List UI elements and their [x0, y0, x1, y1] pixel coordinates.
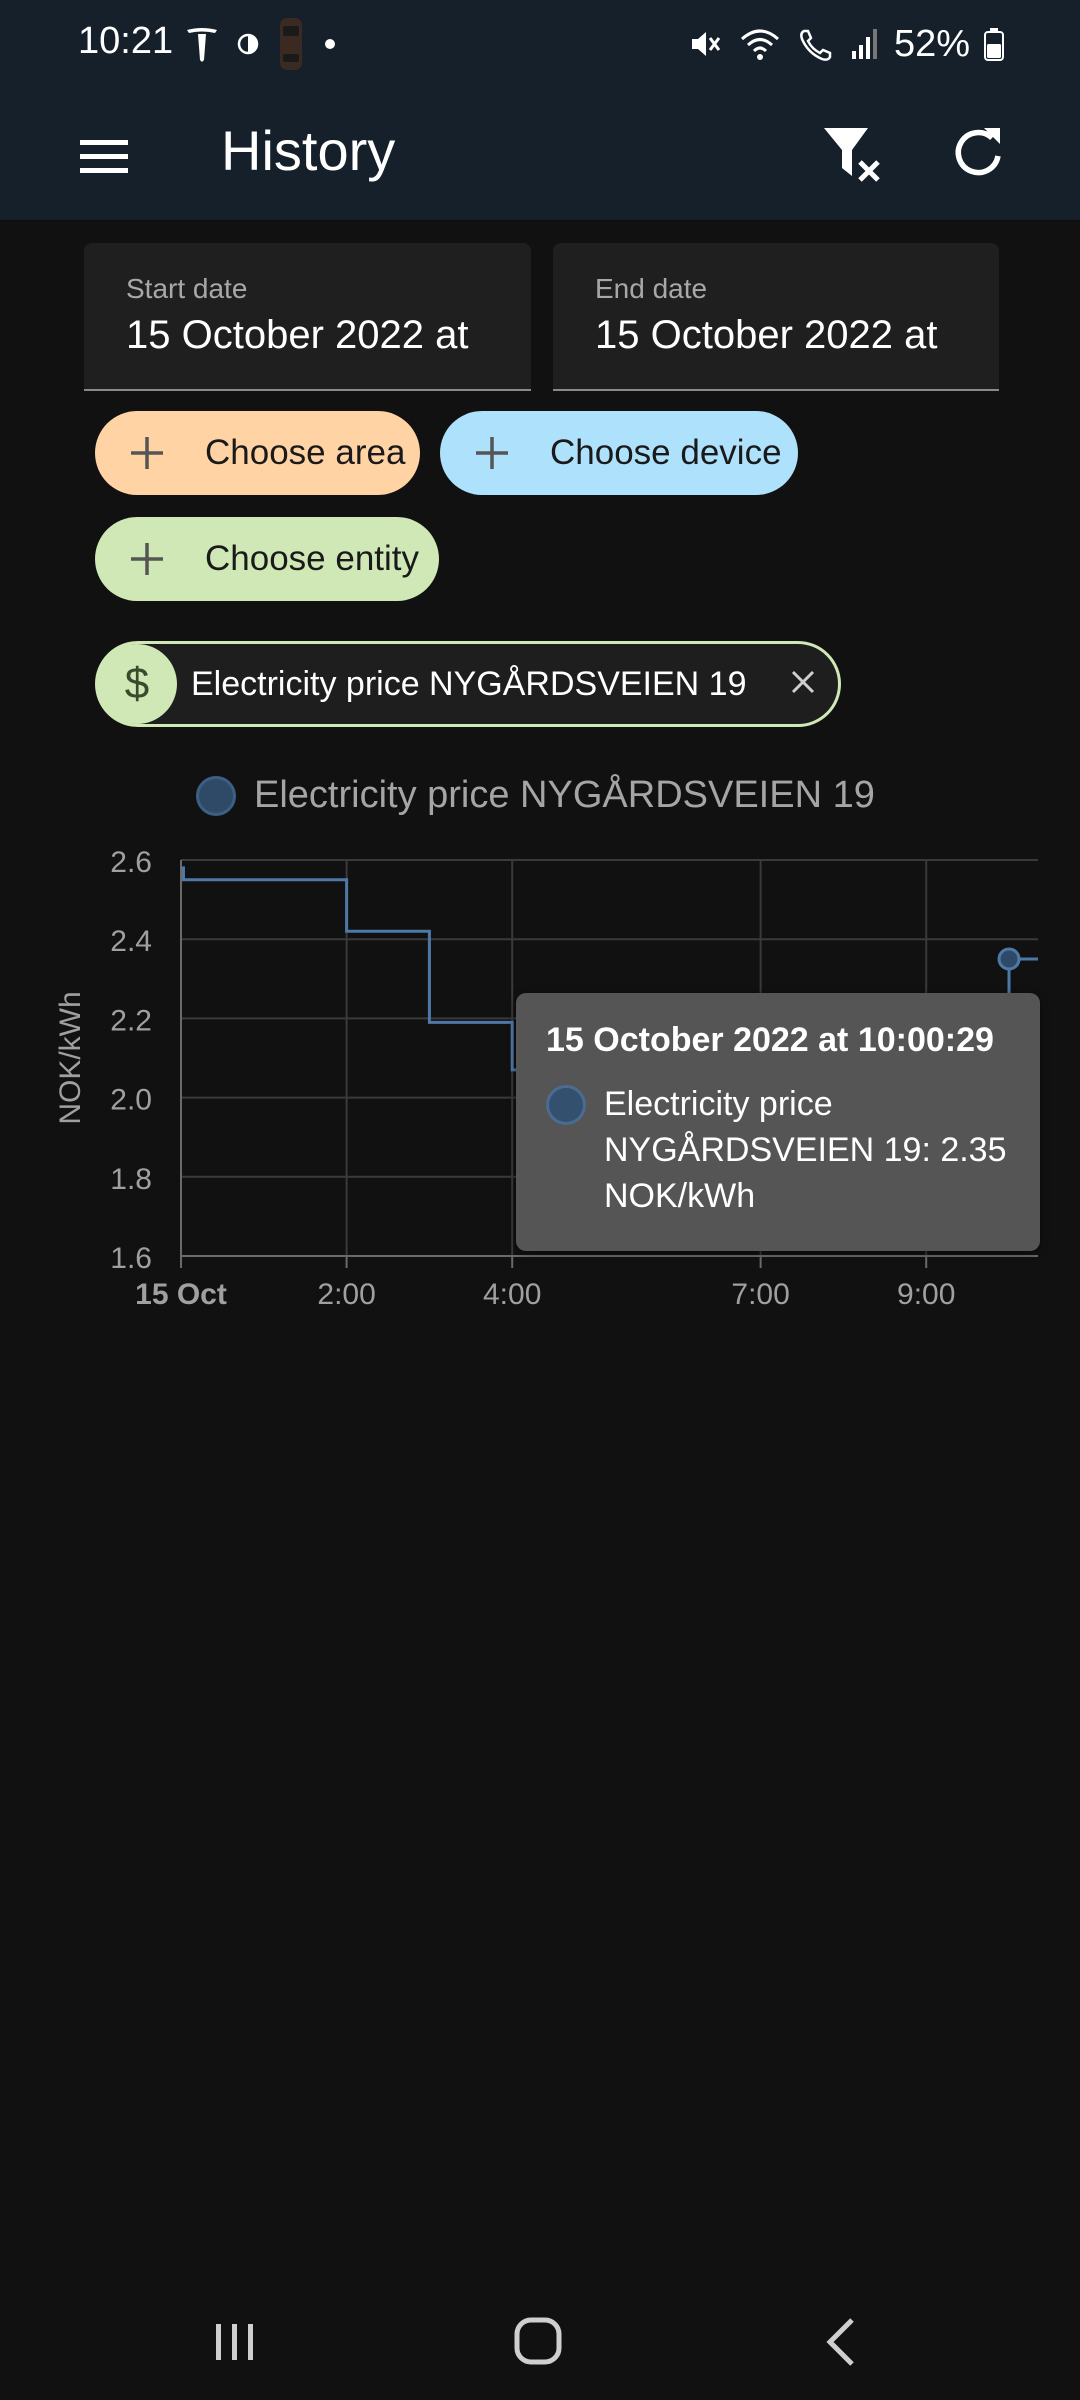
end-date-label: End date — [595, 273, 708, 304]
app-bar: History — [0, 90, 1080, 221]
selected-entity-chip[interactable]: $ Electricity price NYGÅRDSVEIEN 19 — [95, 641, 841, 727]
menu-icon[interactable] — [70, 126, 140, 186]
end-date-value: 15 October 2022 at — [595, 313, 938, 357]
plus-icon — [131, 437, 163, 469]
selected-entity-label: Electricity price NYGÅRDSVEIEN 19 — [191, 664, 747, 703]
status-notification-icons — [185, 16, 337, 72]
page-title: History — [221, 119, 396, 182]
choose-device-chip[interactable]: Choose device — [440, 411, 798, 495]
legend-swatch — [196, 775, 236, 816]
status-bar: 10:21 52% — [0, 0, 1080, 90]
battery-percent: 52% — [893, 22, 970, 65]
x-tick-label: 15 Oct — [135, 1278, 227, 1311]
battery-icon — [984, 28, 1004, 61]
signal-icon — [851, 29, 877, 59]
y-axis-title: NOK/kWh — [54, 991, 87, 1124]
contrast-icon — [237, 33, 259, 55]
legend-label: Electricity price NYGÅRDSVEIEN 19 — [254, 774, 875, 816]
home-icon[interactable] — [513, 2316, 563, 2366]
tooltip-line-1: Electricity price — [604, 1085, 833, 1123]
x-tick-label: 9:00 — [897, 1278, 955, 1311]
tooltip-line-3: NOK/kWh — [604, 1177, 756, 1215]
refresh-icon[interactable] — [948, 122, 1008, 182]
x-tick-label: 4:00 — [483, 1278, 541, 1311]
y-tick-label: 2.6 — [110, 846, 152, 879]
tooltip-title: 15 October 2022 at 10:00:29 — [546, 1021, 994, 1059]
car-icon — [280, 18, 302, 70]
status-system-icons: 52% — [686, 16, 1004, 72]
x-tick-label: 7:00 — [731, 1278, 789, 1311]
start-date-value: 15 October 2022 at — [126, 313, 469, 357]
x-tick-label: 2:00 — [317, 1278, 375, 1311]
tooltip-line-2: NYGÅRDSVEIEN 19: 2.35 — [604, 1131, 1007, 1169]
end-date-field[interactable]: End date 15 October 2022 at — [553, 243, 999, 391]
choose-entity-label: Choose entity — [205, 539, 420, 578]
start-date-label: Start date — [126, 273, 248, 304]
choose-entity-chip[interactable]: Choose entity — [95, 517, 439, 601]
back-icon[interactable] — [822, 2316, 858, 2368]
filter-clear-icon[interactable] — [820, 120, 888, 190]
highlight-point — [997, 947, 1021, 971]
chart-legend[interactable]: Electricity price NYGÅRDSVEIEN 19 — [196, 774, 875, 817]
choose-area-chip[interactable]: Choose area — [95, 411, 420, 495]
y-tick-label: 1.8 — [110, 1163, 152, 1196]
plus-icon — [131, 543, 163, 575]
dot-icon — [325, 39, 335, 49]
chart-tooltip: 15 October 2022 at 10:00:29 Electricity … — [516, 993, 1040, 1251]
choose-device-label: Choose device — [550, 433, 782, 472]
y-tick-label: 1.6 — [110, 1242, 152, 1275]
y-tick-label: 2.0 — [110, 1084, 152, 1117]
start-date-field[interactable]: Start date 15 October 2022 at — [84, 243, 531, 391]
tesla-icon — [187, 28, 217, 62]
tooltip-swatch — [546, 1085, 586, 1125]
choose-area-label: Choose area — [205, 433, 406, 472]
y-tick-label: 2.2 — [110, 1004, 152, 1037]
y-tick-label: 2.4 — [110, 925, 152, 958]
currency-usd-icon: $ — [97, 644, 177, 724]
wifi-call-icon — [800, 29, 832, 61]
wifi-icon — [740, 29, 779, 60]
plus-icon — [476, 437, 508, 469]
status-time: 10:21 — [78, 20, 174, 62]
system-nav-bar — [0, 2270, 1080, 2400]
close-icon[interactable] — [788, 667, 818, 697]
mute-icon — [691, 32, 721, 56]
recents-icon[interactable] — [212, 2320, 258, 2364]
